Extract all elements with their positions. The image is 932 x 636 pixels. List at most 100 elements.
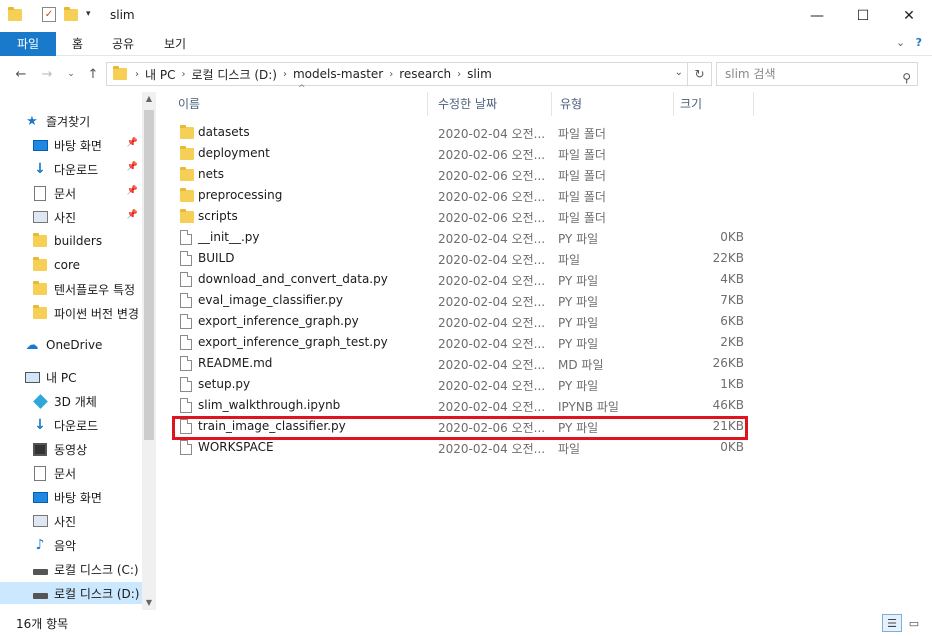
breadcrumb-models-master[interactable]: models-master <box>293 67 383 81</box>
address-bar[interactable]: › 내 PC › 로컬 디스크 (D:) › models-master › r… <box>106 62 688 86</box>
minimize-button[interactable]: — <box>794 0 840 32</box>
column-header-date[interactable]: 수정한 날짜 <box>418 92 552 116</box>
file-type: PY 파일 <box>558 316 599 330</box>
tab-view[interactable]: 보기 <box>150 32 200 56</box>
search-icon[interactable]: ⚲ <box>902 67 911 89</box>
sidebar-item[interactable]: 문서 📌 <box>0 182 142 204</box>
search-input[interactable]: slim 검색 ⚲ <box>716 62 918 86</box>
forward-button[interactable]: → <box>36 63 58 85</box>
file-type: 파일 폴더 <box>558 211 606 225</box>
scroll-up-icon[interactable]: ▲ <box>142 92 156 106</box>
sidebar-item-label: 음악 <box>54 538 77 553</box>
close-button[interactable]: ✕ <box>886 0 932 32</box>
sidebar-item[interactable]: 3D 개체 <box>0 390 142 412</box>
breadcrumb-pc[interactable]: 내 PC <box>145 66 175 83</box>
sidebar-item[interactable]: ★ 즐겨찾기 <box>0 110 142 132</box>
sidebar-item-label: 3D 개체 <box>54 394 97 409</box>
file-row[interactable]: eval_image_classifier.py 2020-02-04 오전...… <box>170 290 750 311</box>
up-button[interactable]: ↑ <box>82 63 104 85</box>
sidebar-item-label: 로컬 디스크 (C:) <box>54 562 139 577</box>
tab-file[interactable]: 파일 <box>0 32 56 56</box>
document-icon <box>32 465 48 481</box>
breadcrumb-slim[interactable]: slim <box>467 67 492 81</box>
column-header-size[interactable]: 크기 <box>660 92 754 116</box>
file-row[interactable]: nets 2020-02-06 오전... 파일 폴더 <box>170 164 750 185</box>
new-folder-icon[interactable] <box>64 7 78 21</box>
sidebar-item[interactable]: ♪ 음악 <box>0 534 142 556</box>
sidebar-item[interactable]: ↓ 다운로드 <box>0 414 142 436</box>
tab-home[interactable]: 홈 <box>58 32 97 56</box>
expand-ribbon-icon[interactable]: ⌄ <box>896 36 905 49</box>
help-icon[interactable]: ? <box>916 36 922 49</box>
sidebar-item[interactable]: ☁ OneDrive <box>0 334 142 356</box>
sidebar-scroll-thumb[interactable] <box>144 110 154 440</box>
back-button[interactable]: ← <box>10 63 32 85</box>
file-row[interactable]: setup.py 2020-02-04 오전... PY 파일 1KB <box>170 374 750 395</box>
file-name: export_inference_graph_test.py <box>198 335 388 349</box>
chevron-right-icon[interactable]: › <box>457 69 461 80</box>
maximize-button[interactable]: ☐ <box>840 0 886 32</box>
sidebar-item[interactable]: 사진 <box>0 510 142 532</box>
sidebar-item[interactable]: 텐서플로우 특정 <box>0 278 142 300</box>
refresh-button[interactable]: ↻ <box>688 62 712 86</box>
sidebar-item[interactable]: 바탕 화면 <box>0 486 142 508</box>
file-row[interactable]: deployment 2020-02-06 오전... 파일 폴더 <box>170 143 750 164</box>
file-row[interactable]: README.md 2020-02-04 오전... MD 파일 26KB <box>170 353 750 374</box>
sidebar-item[interactable]: 사진 📌 <box>0 206 142 228</box>
chevron-right-icon[interactable]: › <box>283 69 287 80</box>
file-size: 22KB <box>712 251 744 265</box>
properties-icon[interactable]: ✓ <box>42 7 56 22</box>
chevron-right-icon[interactable]: › <box>135 69 139 80</box>
file-row[interactable]: slim_walkthrough.ipynb 2020-02-04 오전... IP… <box>170 395 750 416</box>
folder-icon <box>113 66 127 80</box>
music-icon: ♪ <box>35 537 45 553</box>
file-icon <box>180 356 192 371</box>
file-icon <box>180 377 192 392</box>
chevron-right-icon[interactable]: › <box>181 69 185 80</box>
sidebar-item[interactable]: 내 PC <box>0 366 142 388</box>
file-icon <box>180 251 192 266</box>
file-row[interactable]: WORKSPACE 2020-02-04 오전... 파일 0KB <box>170 437 750 458</box>
folder-icon <box>32 233 48 249</box>
file-row[interactable]: __init__.py 2020-02-04 오전... PY 파일 0KB <box>170 227 750 248</box>
breadcrumb-drive[interactable]: 로컬 디스크 (D:) <box>191 66 276 83</box>
file-name: setup.py <box>198 377 251 391</box>
large-icons-view-button[interactable]: ▭ <box>904 614 924 632</box>
quick-access-dropdown-icon[interactable]: ▾ <box>86 9 91 19</box>
breadcrumb-research[interactable]: research <box>399 67 451 81</box>
file-row[interactable]: BUILD 2020-02-04 오전... 파일 22KB <box>170 248 750 269</box>
file-date: 2020-02-04 오전... <box>438 337 546 351</box>
file-row[interactable]: datasets 2020-02-04 오전... 파일 폴더 <box>170 122 750 143</box>
sidebar-item[interactable]: ↓ 다운로드 📌 <box>0 158 142 180</box>
sidebar-scrollbar[interactable]: ▲ ▼ <box>142 92 156 610</box>
sidebar-item[interactable]: builders <box>0 230 142 252</box>
column-header-name[interactable]: 이름 <box>158 92 428 116</box>
file-row[interactable]: download_and_convert_data.py 2020-02-04 오… <box>170 269 750 290</box>
column-header-type[interactable]: 유형 <box>540 92 674 116</box>
sidebar-item[interactable]: 파이썬 버전 변경 <box>0 302 142 324</box>
navigation-bar: ← → ⌄ ↑ › 내 PC › 로컬 디스크 (D:) › models-ma… <box>0 60 932 88</box>
recent-locations-icon[interactable]: ⌄ <box>60 63 82 85</box>
file-icon <box>180 272 192 287</box>
sidebar-item[interactable]: 문서 <box>0 462 142 484</box>
sidebar-item[interactable]: 로컬 디스크 (D:) <box>0 582 142 604</box>
folder-icon <box>32 281 48 297</box>
chevron-right-icon[interactable]: › <box>389 69 393 80</box>
address-dropdown-icon[interactable]: ⌄ <box>675 67 683 78</box>
file-row[interactable]: scripts 2020-02-06 오전... 파일 폴더 <box>170 206 750 227</box>
file-type: 파일 폴더 <box>558 127 606 141</box>
sidebar-item[interactable]: 동영상 <box>0 438 142 460</box>
file-row[interactable]: preprocessing 2020-02-06 오전... 파일 폴더 <box>170 185 750 206</box>
sidebar-item-label: 다운로드 <box>54 418 99 433</box>
tab-share[interactable]: 공유 <box>98 32 148 56</box>
sidebar-item[interactable]: 로컬 디스크 (C:) <box>0 558 142 580</box>
file-row[interactable]: train_image_classifier.py 2020-02-06 오전..… <box>170 416 750 437</box>
file-row[interactable]: export_inference_graph_test.py 2020-02-04… <box>170 332 750 353</box>
sidebar-item[interactable]: 바탕 화면 📌 <box>0 134 142 156</box>
sidebar-item[interactable]: core <box>0 254 142 276</box>
file-name: slim_walkthrough.ipynb <box>198 398 341 412</box>
scroll-down-icon[interactable]: ▼ <box>142 596 156 610</box>
file-date: 2020-02-04 오전... <box>438 232 546 246</box>
file-row[interactable]: export_inference_graph.py 2020-02-04 오전..… <box>170 311 750 332</box>
details-view-button[interactable]: ☰ <box>882 614 902 632</box>
